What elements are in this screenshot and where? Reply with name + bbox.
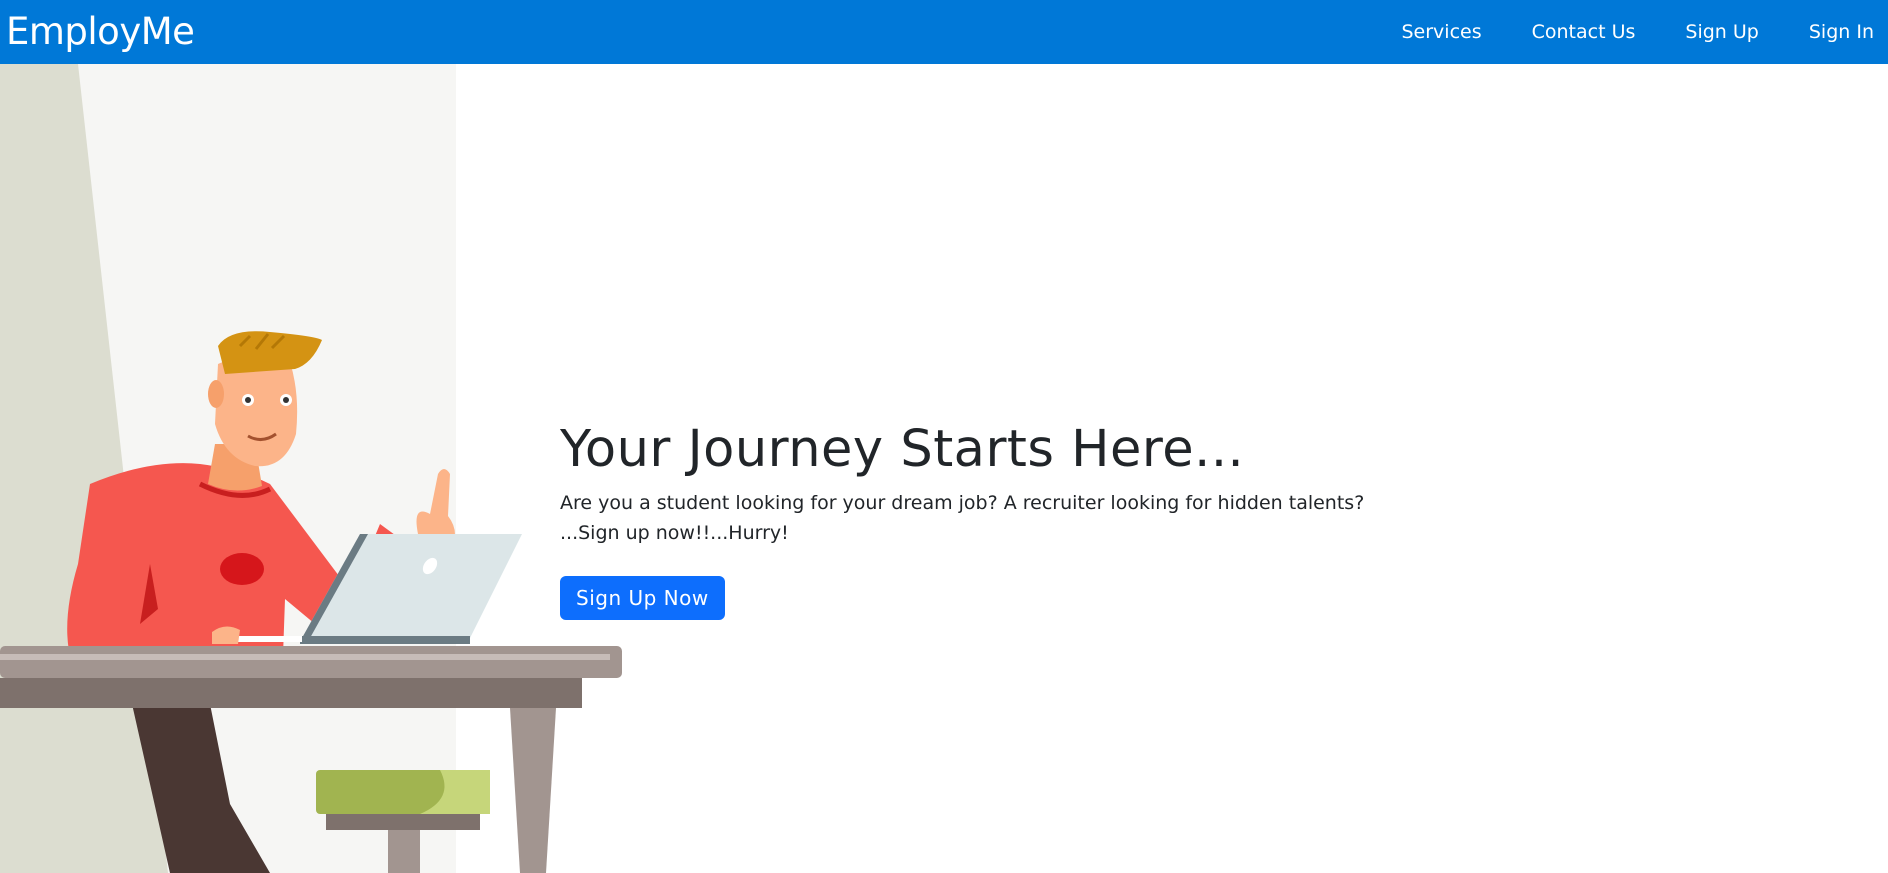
hero-section: Your Journey Starts Here... Are you a st… bbox=[560, 418, 1460, 620]
laptop-base bbox=[300, 636, 470, 644]
nav-link-contact-us[interactable]: Contact Us bbox=[1532, 0, 1636, 64]
hero-title: Your Journey Starts Here... bbox=[560, 420, 1245, 479]
stool-frame bbox=[326, 814, 480, 830]
sweater-emblem bbox=[220, 553, 264, 585]
hero-description-line1: Are you a student looking for your dream… bbox=[560, 492, 1365, 514]
nav-link-services[interactable]: Services bbox=[1402, 0, 1482, 64]
hero-description-line2: ...Sign up now!!...Hurry! bbox=[560, 522, 789, 544]
top-navbar: EmployMe Services Contact Us Sign Up Sig… bbox=[0, 0, 1888, 64]
ear bbox=[208, 380, 224, 408]
stool-leg bbox=[388, 830, 420, 873]
left-pupil bbox=[245, 397, 251, 403]
right-pupil bbox=[283, 397, 289, 403]
nav-link-sign-in[interactable]: Sign In bbox=[1809, 0, 1874, 64]
hero-illustration bbox=[0, 64, 622, 873]
paper-sheet bbox=[232, 636, 302, 642]
nav-links: Services Contact Us Sign Up Sign In bbox=[1352, 0, 1875, 64]
desk-highlight bbox=[0, 654, 610, 660]
nav-link-sign-up[interactable]: Sign Up bbox=[1685, 0, 1758, 64]
brand-logo[interactable]: EmployMe bbox=[6, 0, 195, 64]
desk-leg bbox=[510, 708, 556, 873]
sign-up-now-button[interactable]: Sign Up Now bbox=[560, 576, 725, 620]
desk-apron bbox=[0, 678, 582, 708]
desk-top bbox=[0, 646, 622, 678]
hero-description: Are you a student looking for your dream… bbox=[560, 488, 1460, 548]
